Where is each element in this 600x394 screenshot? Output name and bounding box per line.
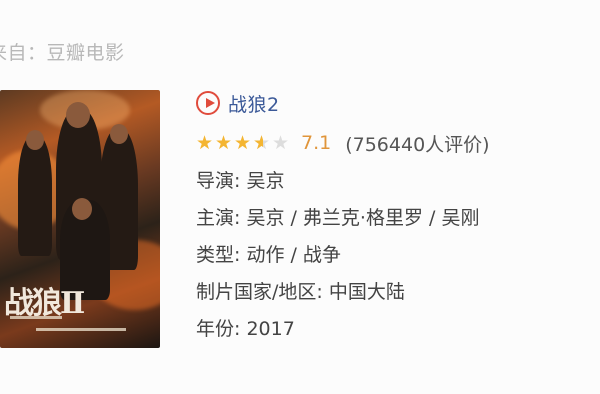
cast-field: 主演: 吴京 / 弗兰克·格里罗 / 吴刚	[196, 203, 596, 230]
star-half-icon: ★ ★	[253, 131, 271, 154]
country-value: 中国大陆	[328, 281, 405, 303]
genre-value: 动作 / 战争	[246, 244, 341, 266]
genre-label: 类型:	[196, 244, 241, 266]
star-icon: ★	[215, 131, 233, 154]
rating-score: 7.1	[301, 132, 332, 154]
source-label: 来自：豆瓣电影	[0, 42, 125, 64]
rating-row: ★ ★ ★ ★ ★ ★ 7.1 (756440人评价)	[196, 130, 596, 156]
star-empty-icon: ★	[272, 131, 290, 154]
cast-value: 吴京 / 弗兰克·格里罗 / 吴刚	[246, 207, 480, 229]
director-value: 吴京	[246, 170, 285, 192]
director-field: 导演: 吴京	[196, 166, 596, 193]
director-label: 导演:	[196, 170, 241, 192]
star-icon: ★	[196, 131, 214, 154]
movie-card: 来自：豆瓣电影 战狼Ⅱ 战狼2 ★ ★ ★ ★ ★ ★ 7.1 (756440人…	[0, 0, 600, 394]
movie-title-link[interactable]: 战狼2	[228, 90, 280, 117]
year-value: 2017	[246, 318, 295, 340]
year-label: 年份:	[196, 318, 241, 340]
country-label: 制片国家/地区:	[196, 281, 323, 303]
year-field: 年份: 2017	[196, 314, 596, 341]
star-icon: ★	[234, 131, 252, 154]
play-circle-icon[interactable]	[196, 91, 220, 115]
genre-field: 类型: 动作 / 战争	[196, 240, 596, 267]
movie-poster[interactable]: 战狼Ⅱ	[0, 90, 160, 348]
cast-label: 主演:	[196, 207, 241, 229]
movie-info: 战狼2 ★ ★ ★ ★ ★ ★ 7.1 (756440人评价) 导演: 吴京 主演…	[196, 88, 596, 341]
star-rating: ★ ★ ★ ★ ★ ★	[196, 131, 291, 154]
rating-count: (756440人评价)	[345, 133, 490, 156]
country-field: 制片国家/地区: 中国大陆	[196, 277, 596, 304]
